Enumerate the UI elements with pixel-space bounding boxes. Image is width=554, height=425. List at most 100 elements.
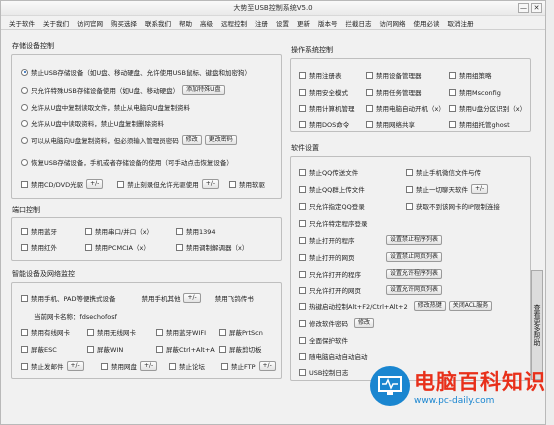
change-password-button[interactable]: 更改密码 — [204, 135, 237, 145]
modify-hotkey-button[interactable]: 修改热键 — [413, 301, 446, 311]
port-checkbox[interactable] — [176, 227, 183, 235]
menu-item[interactable]: 设置 — [276, 18, 289, 28]
smart-checkbox[interactable] — [21, 345, 28, 353]
software-checkbox[interactable] — [299, 253, 306, 261]
os-checkbox[interactable] — [366, 88, 373, 96]
chat-checkbox[interactable] — [299, 202, 306, 210]
email-plus-button[interactable]: +/- — [66, 361, 84, 371]
port-label: 禁用蓝牙 — [31, 228, 57, 236]
chat-checkbox[interactable] — [406, 168, 413, 176]
chat-checkbox[interactable] — [299, 185, 306, 193]
mobile-checkbox[interactable] — [21, 294, 28, 302]
ftp-plus-button[interactable]: +/- — [258, 361, 276, 371]
port-checkbox[interactable] — [21, 243, 28, 251]
chat-plus-button[interactable]: +/- — [471, 184, 489, 194]
software-checkbox[interactable] — [299, 352, 306, 360]
software-checkbox[interactable] — [299, 302, 306, 310]
chat-checkbox[interactable] — [299, 168, 306, 176]
mobile-plus-button[interactable]: +/- — [183, 293, 201, 303]
os-checkbox[interactable] — [449, 71, 456, 79]
port-checkbox[interactable] — [85, 243, 92, 251]
block-program-list-button[interactable]: 设置禁止程序列表 — [386, 235, 443, 245]
burn-plus-button[interactable]: +/- — [201, 179, 220, 189]
os-checkbox[interactable] — [299, 88, 306, 96]
menu-item[interactable]: 购买选择 — [111, 18, 137, 28]
add-special-usb-button[interactable]: 添加特殊U盘 — [182, 85, 225, 95]
menu-item[interactable]: 更新 — [297, 18, 310, 28]
menu-item[interactable]: 帮助 — [179, 18, 192, 28]
software-checkbox[interactable] — [299, 336, 306, 344]
side-help-tab[interactable]: 查看更多帮助 — [531, 270, 543, 380]
smart-checkbox[interactable] — [21, 328, 28, 336]
menu-item[interactable]: 远程控制 — [221, 18, 247, 28]
software-checkbox[interactable] — [299, 219, 306, 227]
block-web-list-button[interactable]: 设置禁止网页列表 — [386, 252, 443, 262]
os-checkbox[interactable] — [366, 71, 373, 79]
menu-item[interactable]: 版本号 — [318, 18, 338, 28]
software-checkbox[interactable] — [299, 236, 306, 244]
port-label: 禁用串口/并口（x） — [95, 228, 154, 236]
os-checkbox[interactable] — [299, 120, 306, 128]
storage-radio[interactable] — [21, 68, 28, 76]
software-checkbox[interactable] — [299, 368, 306, 376]
smart-checkbox[interactable] — [219, 345, 226, 353]
software-label: 热键启动控制Alt+F2/Ctrl+Alt+2 — [309, 303, 408, 311]
close-acl-button[interactable]: 关闭ACL服务 — [448, 301, 493, 311]
software-checkbox[interactable] — [299, 319, 306, 327]
port-checkbox[interactable] — [176, 243, 183, 251]
menu-item[interactable]: 高级 — [200, 18, 213, 28]
storage-radio[interactable] — [21, 86, 28, 94]
storage-radio[interactable] — [21, 103, 28, 111]
smart-checkbox[interactable] — [21, 362, 28, 370]
menu-item[interactable]: 使用必读 — [414, 18, 440, 28]
burn-checkbox[interactable] — [117, 180, 125, 188]
storage-radio[interactable] — [21, 119, 28, 127]
smart-checkbox[interactable] — [156, 345, 163, 353]
software-checkbox[interactable] — [299, 286, 306, 294]
allow-web-list-button[interactable]: 设置允许网页列表 — [386, 285, 443, 295]
smart-checkbox[interactable] — [221, 362, 228, 370]
menu-item[interactable]: 联系我们 — [145, 18, 171, 28]
menu-item[interactable]: 访问官网 — [77, 18, 103, 28]
menu-item[interactable]: 关于软件 — [9, 18, 35, 28]
smart-checkbox[interactable] — [156, 328, 163, 336]
netdisk-plus-button[interactable]: +/- — [140, 361, 158, 371]
minimize-button[interactable]: — — [518, 3, 529, 13]
os-label: 禁用网络共享 — [376, 121, 415, 129]
modify-button[interactable]: 修改 — [181, 135, 202, 145]
menu-item[interactable]: 访问网络 — [380, 18, 406, 28]
smart-checkbox[interactable] — [219, 328, 226, 336]
storage-radio[interactable] — [21, 136, 28, 144]
modify-password-button[interactable]: 修改 — [354, 318, 375, 328]
menu-item[interactable]: 取消注册 — [448, 18, 474, 28]
smart-checkbox[interactable] — [101, 362, 108, 370]
smart-checkbox[interactable] — [87, 328, 94, 336]
os-checkbox[interactable] — [449, 120, 456, 128]
os-checkbox[interactable] — [449, 88, 456, 96]
os-checkbox[interactable] — [299, 71, 306, 79]
cd-plus-button[interactable]: +/- — [86, 179, 104, 189]
chat-checkbox[interactable] — [406, 185, 413, 193]
cd-dvd-checkbox[interactable] — [21, 180, 28, 188]
menu-item[interactable]: 注册 — [255, 18, 268, 28]
storage-option-label: 只允许特殊USB存储设备使用（如U盘、移动硬盘） — [31, 87, 180, 95]
menu-item[interactable]: 拦截日志 — [346, 18, 372, 28]
software-checkbox[interactable] — [299, 270, 306, 278]
close-button[interactable]: ✕ — [531, 3, 542, 13]
port-checkbox[interactable] — [21, 227, 28, 235]
os-checkbox[interactable] — [449, 104, 456, 112]
os-checkbox[interactable] — [366, 120, 373, 128]
smart-label: 屏蔽Ctrl+Alt+A — [166, 346, 215, 354]
software-label: 禁止打开的程序 — [309, 237, 355, 245]
smart-checkbox[interactable] — [87, 345, 94, 353]
storage-radio[interactable] — [21, 158, 28, 166]
smart-checkbox[interactable] — [169, 362, 176, 370]
os-checkbox[interactable] — [366, 104, 373, 112]
os-label: 禁用组策略 — [459, 72, 492, 80]
os-checkbox[interactable] — [299, 104, 306, 112]
menu-item[interactable]: 关于我们 — [43, 18, 69, 28]
floppy-checkbox[interactable] — [229, 180, 237, 188]
allow-program-list-button[interactable]: 设置允许程序列表 — [386, 269, 443, 279]
port-checkbox[interactable] — [85, 227, 92, 235]
chat-checkbox[interactable] — [406, 202, 413, 210]
